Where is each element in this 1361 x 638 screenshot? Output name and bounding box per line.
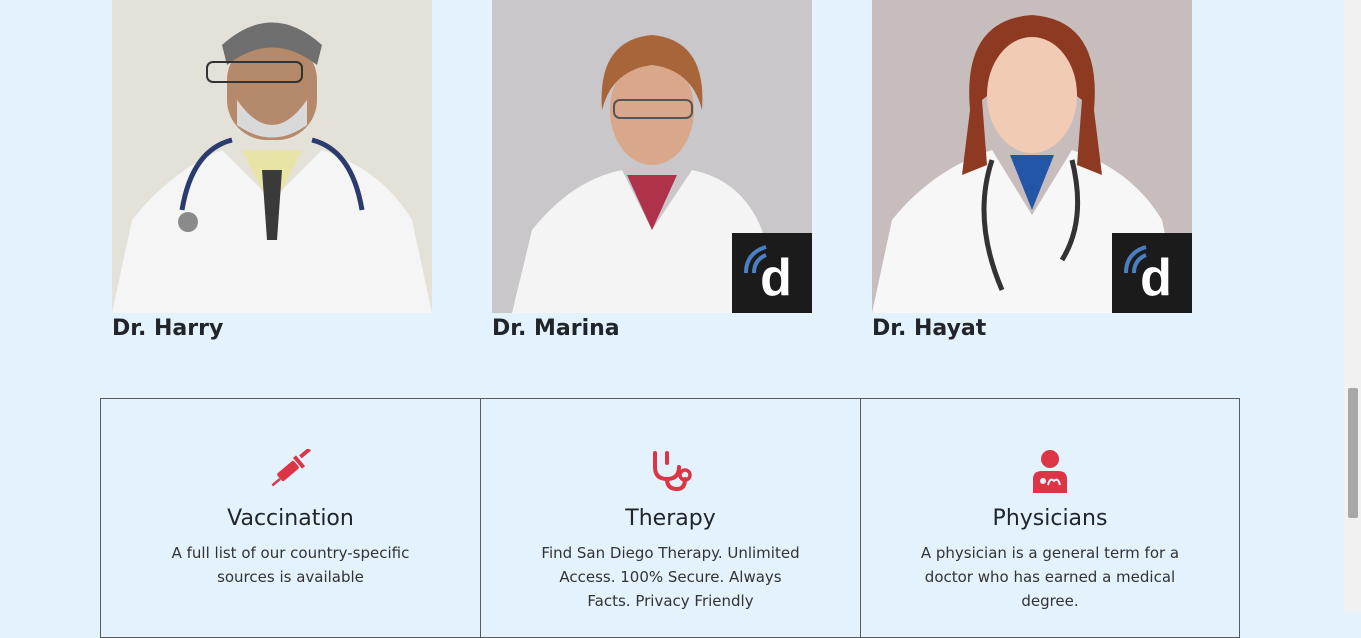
doctor-card-harry: Dr. Harry xyxy=(112,0,432,341)
doctor-name: Dr. Hayat xyxy=(872,316,987,341)
doctor-photo: d xyxy=(492,0,812,313)
stethoscope-icon xyxy=(652,451,692,492)
service-title: Vaccination xyxy=(227,506,354,531)
service-card-therapy: Therapy Find San Diego Therapy. Unlimite… xyxy=(480,398,861,638)
svg-text:d: d xyxy=(1140,249,1172,307)
service-description: Find San Diego Therapy. Unlimited Access… xyxy=(541,544,800,610)
syringe-icon xyxy=(271,449,311,487)
service-title: Physicians xyxy=(992,506,1108,531)
doctor-card-hayat: d Dr. Hayat xyxy=(872,0,1192,341)
page-scrollbar[interactable] xyxy=(1344,0,1361,612)
doctor-name: Dr. Harry xyxy=(112,316,224,341)
scrollbar-thumb[interactable] xyxy=(1348,388,1358,518)
doximity-badge: d xyxy=(732,233,812,313)
doctor-photo: d xyxy=(872,0,1192,313)
service-description: A full list of our country-specific sour… xyxy=(171,544,410,586)
svg-text:d: d xyxy=(760,249,792,307)
doximity-badge: d xyxy=(1112,233,1192,313)
service-card-physicians: Physicians A physician is a general term… xyxy=(860,398,1240,638)
service-description: A physician is a general term for a doct… xyxy=(920,544,1180,610)
service-card-vaccination: Vaccination A full list of our country-s… xyxy=(100,398,481,638)
doctor-card-marina: d Dr. Marina xyxy=(492,0,812,341)
user-doctor-icon xyxy=(1033,450,1067,493)
service-title: Therapy xyxy=(625,506,716,531)
doctor-name: Dr. Marina xyxy=(492,316,620,341)
doctor-photo xyxy=(112,0,432,313)
